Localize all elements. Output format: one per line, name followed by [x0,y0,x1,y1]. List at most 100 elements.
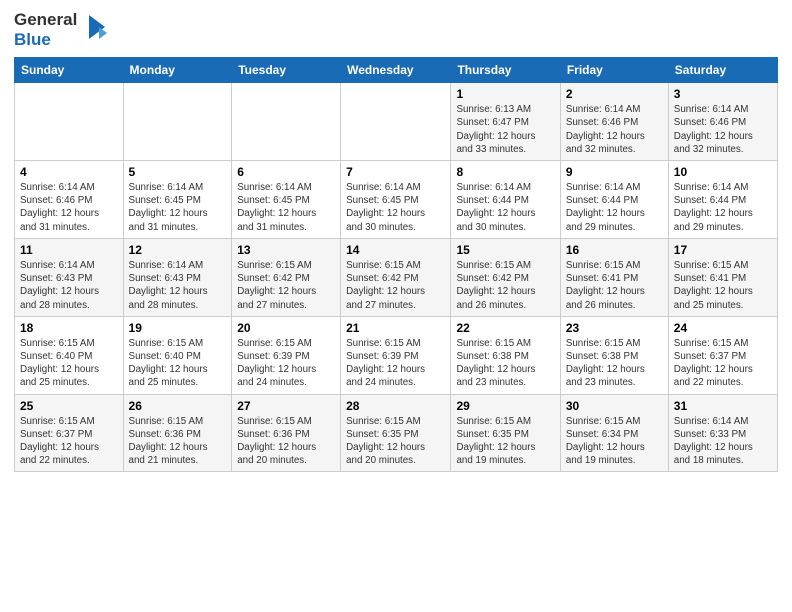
day-number: 1 [456,87,554,101]
day-number: 8 [456,165,554,179]
day-info: Sunrise: 6:15 AM Sunset: 6:35 PM Dayligh… [456,415,554,468]
logo-blue: Blue [14,30,77,50]
day-number: 16 [566,243,663,257]
day-cell: 31 Sunrise: 6:14 AM Sunset: 6:33 PM Dayli… [668,394,777,472]
day-number: 31 [674,399,772,413]
day-cell: 1 Sunrise: 6:13 AM Sunset: 6:47 PM Daylig… [451,83,560,161]
day-cell [341,83,451,161]
day-number: 17 [674,243,772,257]
day-cell: 10 Sunrise: 6:14 AM Sunset: 6:44 PM Dayli… [668,160,777,238]
day-info: Sunrise: 6:15 AM Sunset: 6:41 PM Dayligh… [566,259,663,312]
day-cell: 25Sunrise: 6:15 AM Sunset: 6:37 PM Dayli… [15,394,124,472]
day-info: Sunrise: 6:14 AM Sunset: 6:44 PM Dayligh… [566,181,663,234]
day-cell: 2 Sunrise: 6:14 AM Sunset: 6:46 PM Daylig… [560,83,668,161]
week-row-3: 11 Sunrise: 6:14 AM Sunset: 6:43 PM Dayli… [15,238,778,316]
day-number: 14 [346,243,445,257]
day-info: Sunrise: 6:15 AM Sunset: 6:37 PM Dayligh… [674,337,772,390]
day-info: Sunrise: 6:15 AM Sunset: 6:39 PM Dayligh… [346,337,445,390]
day-cell [232,83,341,161]
day-number: 29 [456,399,554,413]
day-number: 30 [566,399,663,413]
day-cell: 9 Sunrise: 6:14 AM Sunset: 6:44 PM Daylig… [560,160,668,238]
col-header-saturday: Saturday [668,58,777,83]
day-cell: 27 Sunrise: 6:15 AM Sunset: 6:36 PM Dayli… [232,394,341,472]
day-cell: 20Sunrise: 6:15 AM Sunset: 6:39 PM Dayli… [232,316,341,394]
day-cell: 13 Sunrise: 6:15 AM Sunset: 6:42 PM Dayli… [232,238,341,316]
day-info: Sunrise: 6:15 AM Sunset: 6:35 PM Dayligh… [346,415,445,468]
day-cell: 14 Sunrise: 6:15 AM Sunset: 6:42 PM Dayli… [341,238,451,316]
day-info: Sunrise: 6:14 AM Sunset: 6:43 PM Dayligh… [20,259,118,312]
day-number: 22 [456,321,554,335]
day-info: Sunrise: 6:14 AM Sunset: 6:33 PM Dayligh… [674,415,772,468]
day-number: 28 [346,399,445,413]
day-info: Sunrise: 6:15 AM Sunset: 6:38 PM Dayligh… [566,337,663,390]
col-header-thursday: Thursday [451,58,560,83]
day-info: Sunrise: 6:14 AM Sunset: 6:46 PM Dayligh… [674,103,772,156]
day-info: Sunrise: 6:15 AM Sunset: 6:36 PM Dayligh… [129,415,227,468]
day-cell: 4 Sunrise: 6:14 AM Sunset: 6:46 PM Daylig… [15,160,124,238]
day-number: 10 [674,165,772,179]
col-header-tuesday: Tuesday [232,58,341,83]
day-info: Sunrise: 6:15 AM Sunset: 6:38 PM Dayligh… [456,337,554,390]
day-number: 6 [237,165,335,179]
day-cell: 28 Sunrise: 6:15 AM Sunset: 6:35 PM Dayli… [341,394,451,472]
col-header-sunday: Sunday [15,58,124,83]
logo: General Blue [14,10,113,49]
day-info: Sunrise: 6:14 AM Sunset: 6:46 PM Dayligh… [20,181,118,234]
day-cell: 29 Sunrise: 6:15 AM Sunset: 6:35 PM Dayli… [451,394,560,472]
day-number: 2 [566,87,663,101]
header: General Blue [14,10,778,49]
day-cell: 24 Sunrise: 6:15 AM Sunset: 6:37 PM Dayli… [668,316,777,394]
day-number: 26 [129,399,227,413]
calendar-table: SundayMondayTuesdayWednesdayThursdayFrid… [14,57,778,472]
day-info: Sunrise: 6:14 AM Sunset: 6:45 PM Dayligh… [129,181,227,234]
logo-icon [81,11,113,48]
day-info: Sunrise: 6:15 AM Sunset: 6:42 PM Dayligh… [456,259,554,312]
day-number: 24 [674,321,772,335]
day-number: 5 [129,165,227,179]
day-info: Sunrise: 6:14 AM Sunset: 6:44 PM Dayligh… [456,181,554,234]
day-info: Sunrise: 6:14 AM Sunset: 6:45 PM Dayligh… [237,181,335,234]
day-number: 23 [566,321,663,335]
day-info: Sunrise: 6:14 AM Sunset: 6:44 PM Dayligh… [674,181,772,234]
day-number: 7 [346,165,445,179]
col-header-wednesday: Wednesday [341,58,451,83]
day-info: Sunrise: 6:14 AM Sunset: 6:43 PM Dayligh… [129,259,227,312]
day-cell: 3 Sunrise: 6:14 AM Sunset: 6:46 PM Daylig… [668,83,777,161]
day-number: 4 [20,165,118,179]
day-cell: 12 Sunrise: 6:14 AM Sunset: 6:43 PM Dayli… [123,238,232,316]
day-number: 11 [20,243,118,257]
day-info: Sunrise: 6:15 AM Sunset: 6:40 PM Dayligh… [129,337,227,390]
col-header-monday: Monday [123,58,232,83]
day-number: 19 [129,321,227,335]
day-cell: 11 Sunrise: 6:14 AM Sunset: 6:43 PM Dayli… [15,238,124,316]
day-info: Sunrise: 6:15 AM Sunset: 6:40 PM Dayligh… [20,337,118,390]
day-number: 13 [237,243,335,257]
day-number: 12 [129,243,227,257]
day-info: Sunrise: 6:15 AM Sunset: 6:41 PM Dayligh… [674,259,772,312]
day-cell: 6 Sunrise: 6:14 AM Sunset: 6:45 PM Daylig… [232,160,341,238]
day-info: Sunrise: 6:15 AM Sunset: 6:36 PM Dayligh… [237,415,335,468]
day-number: 18 [20,321,118,335]
day-number: 25 [20,399,118,413]
day-info: Sunrise: 6:14 AM Sunset: 6:45 PM Dayligh… [346,181,445,234]
col-header-friday: Friday [560,58,668,83]
day-info: Sunrise: 6:14 AM Sunset: 6:46 PM Dayligh… [566,103,663,156]
day-number: 27 [237,399,335,413]
day-cell: 8 Sunrise: 6:14 AM Sunset: 6:44 PM Daylig… [451,160,560,238]
day-cell: 23 Sunrise: 6:15 AM Sunset: 6:38 PM Dayli… [560,316,668,394]
header-row: SundayMondayTuesdayWednesdayThursdayFrid… [15,58,778,83]
day-info: Sunrise: 6:13 AM Sunset: 6:47 PM Dayligh… [456,103,554,156]
week-row-1: 1 Sunrise: 6:13 AM Sunset: 6:47 PM Daylig… [15,83,778,161]
week-row-5: 25Sunrise: 6:15 AM Sunset: 6:37 PM Dayli… [15,394,778,472]
day-cell: 26 Sunrise: 6:15 AM Sunset: 6:36 PM Dayli… [123,394,232,472]
day-info: Sunrise: 6:15 AM Sunset: 6:42 PM Dayligh… [237,259,335,312]
day-number: 3 [674,87,772,101]
day-number: 15 [456,243,554,257]
day-number: 9 [566,165,663,179]
day-cell: 21Sunrise: 6:15 AM Sunset: 6:39 PM Dayli… [341,316,451,394]
day-info: Sunrise: 6:15 AM Sunset: 6:42 PM Dayligh… [346,259,445,312]
day-cell: 17 Sunrise: 6:15 AM Sunset: 6:41 PM Dayli… [668,238,777,316]
day-cell: 30Sunrise: 6:15 AM Sunset: 6:34 PM Dayli… [560,394,668,472]
day-cell: 7 Sunrise: 6:14 AM Sunset: 6:45 PM Daylig… [341,160,451,238]
